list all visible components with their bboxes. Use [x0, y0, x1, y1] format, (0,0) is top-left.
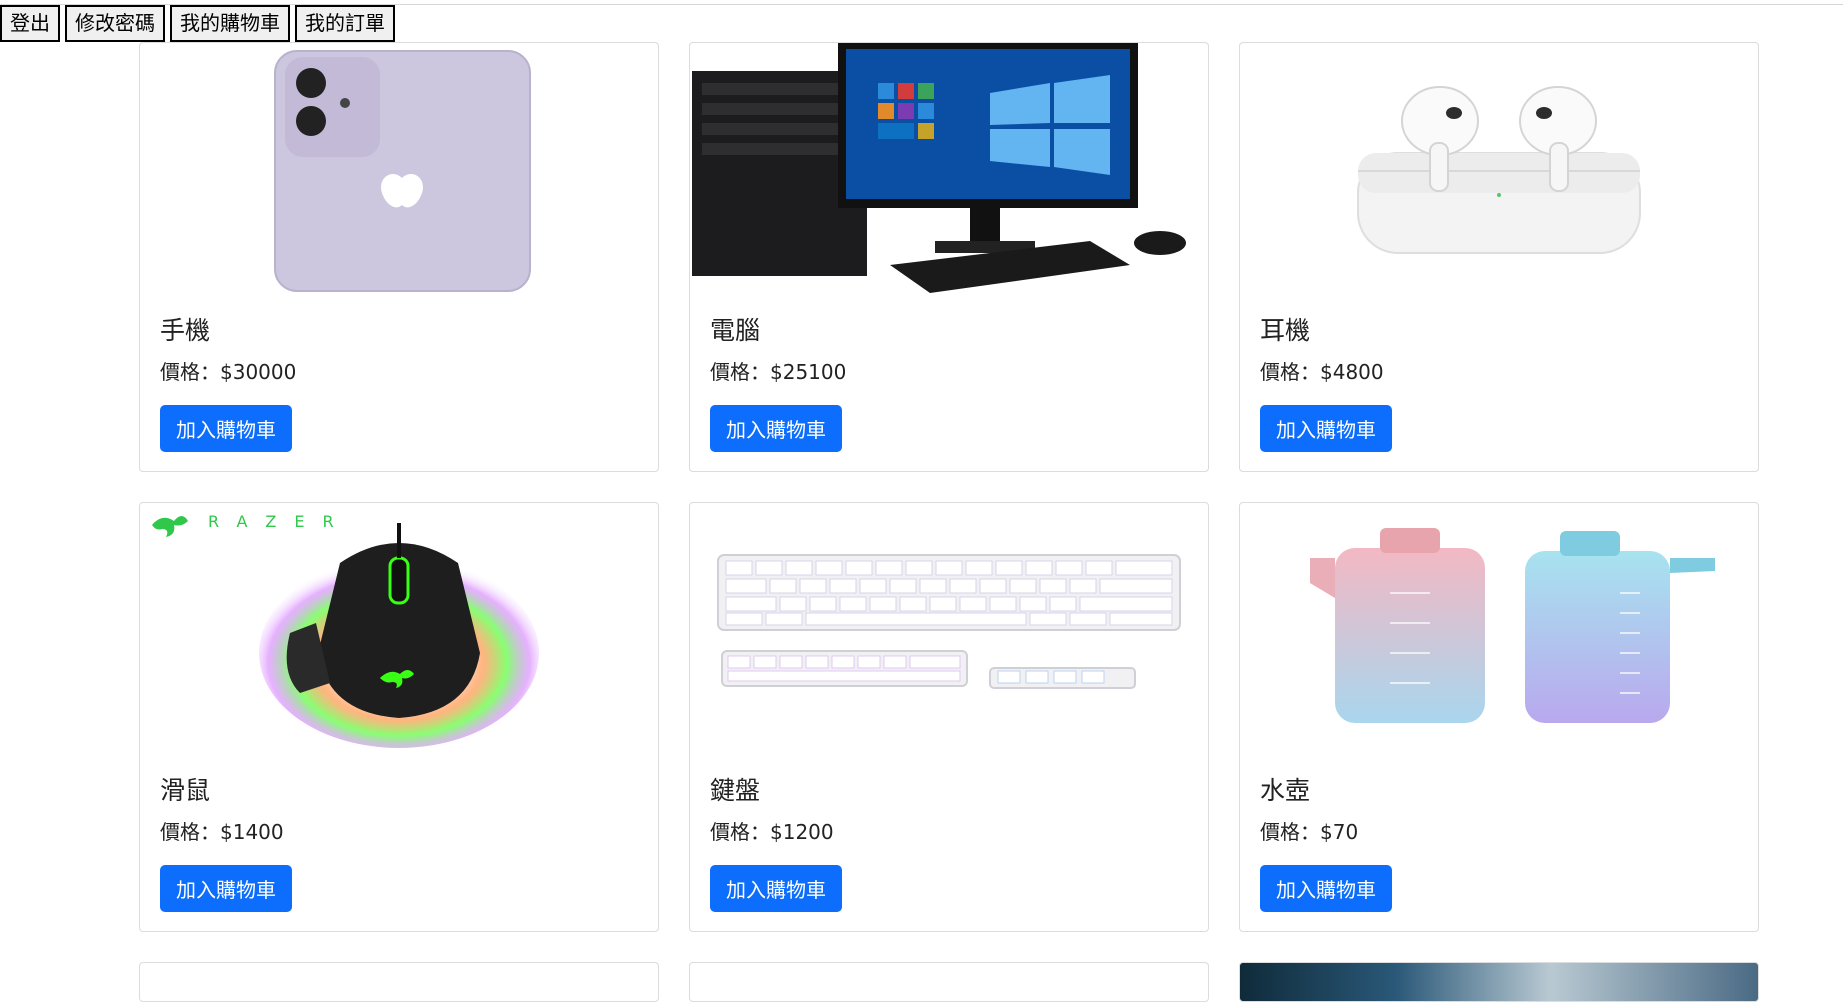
add-to-cart-button[interactable]: 加入購物車 [710, 405, 842, 452]
add-to-cart-button[interactable]: 加入購物車 [160, 865, 292, 912]
logout-button[interactable]: 登出 [0, 5, 60, 42]
product-price: 價格：$30000 [160, 360, 297, 384]
razer-logo: RAZER [152, 512, 352, 537]
product-card: 耳機 價格：$4800 加入購物車 [1239, 42, 1759, 472]
product-price: 價格：$4800 [1260, 360, 1384, 384]
product-price: 價格：$25100 [710, 360, 847, 384]
add-to-cart-button[interactable]: 加入購物車 [1260, 405, 1392, 452]
change-password-button[interactable]: 修改密碼 [65, 5, 165, 42]
my-cart-button[interactable]: 我的購物車 [170, 5, 290, 42]
product-grid: 手機 價格：$30000 加入購物車 電腦 價格：$25100 加入購物車 耳機… [139, 42, 1759, 1002]
product-card-partial [689, 962, 1209, 1002]
add-to-cart-button[interactable]: 加入購物車 [710, 865, 842, 912]
product-card: RAZER 滑鼠 價格：$1400 加入購物車 [139, 502, 659, 932]
product-name: 水壺 [1260, 776, 1311, 805]
add-to-cart-button[interactable]: 加入購物車 [1260, 865, 1392, 912]
product-price: 價格：$70 [1260, 820, 1359, 844]
product-price: 價格：$1200 [710, 820, 834, 844]
add-to-cart-button[interactable]: 加入購物車 [160, 405, 292, 452]
product-card: 水壺 價格：$70 加入購物車 [1239, 502, 1759, 932]
product-price: 價格：$1400 [160, 820, 284, 844]
product-card: 鍵盤 價格：$1200 加入購物車 [689, 502, 1209, 932]
svg-text:RAZER: RAZER [208, 512, 352, 531]
top-nav: 登出 修改密碼 我的購物車 我的訂單 [0, 5, 395, 42]
keyboard-image[interactable] [690, 503, 1208, 753]
product-name: 滑鼠 [160, 776, 211, 805]
product-card-partial [1239, 962, 1759, 1002]
gaming-mouse-image[interactable]: RAZER [140, 503, 658, 753]
product-card-partial [139, 962, 659, 1002]
smartphone-image[interactable] [140, 43, 658, 293]
product-name: 鍵盤 [710, 776, 761, 805]
water-bottle-image[interactable] [1240, 503, 1758, 753]
product-name: 手機 [160, 316, 211, 345]
earbuds-image[interactable] [1240, 43, 1758, 293]
product-card: 電腦 價格：$25100 加入購物車 [689, 42, 1209, 472]
product-card: 手機 價格：$30000 加入購物車 [139, 42, 659, 472]
my-orders-button[interactable]: 我的訂單 [295, 5, 395, 42]
product-name: 耳機 [1260, 316, 1311, 345]
product-name: 電腦 [710, 316, 761, 345]
desktop-computer-image[interactable] [690, 43, 1208, 293]
